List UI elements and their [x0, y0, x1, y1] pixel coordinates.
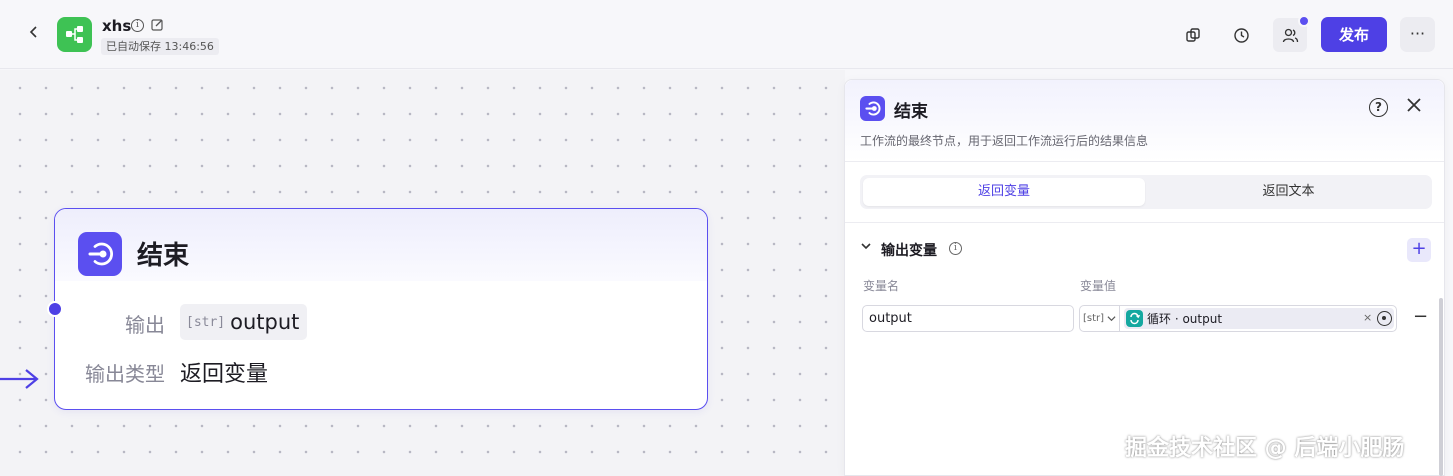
variable-type-select[interactable]: [str]: [1080, 306, 1120, 331]
node-settings-panel: 结束 ? 工作流的最终节点，用于返回工作流运行后的结果信息 返回变量 返回文本 …: [844, 79, 1445, 476]
end-node-icon: [78, 232, 122, 276]
copy-icon: [1186, 28, 1200, 42]
panel-header: [845, 80, 1444, 162]
node-output-type-value: 返回变量: [180, 362, 269, 387]
panel-end-icon: [860, 96, 885, 121]
divider: [845, 222, 1444, 223]
node-output-name: output: [230, 310, 300, 334]
add-variable-button[interactable]: +: [1407, 238, 1431, 262]
publish-button[interactable]: 发布: [1321, 17, 1387, 52]
autosave-status: 已自动保存 13:46:56: [101, 38, 219, 55]
panel-description: 工作流的最终节点，用于返回工作流运行后的结果信息: [860, 134, 1149, 148]
reference-text: 循环 · output: [1147, 312, 1223, 326]
watermark: 掘金技术社区 @ 后端小肥肠: [1125, 436, 1405, 461]
chevron-down-icon: [861, 243, 871, 250]
end-node-title: 结束: [137, 241, 190, 271]
info-icon[interactable]: i: [131, 19, 144, 32]
workflow-icon: [66, 26, 83, 43]
workflow-canvas[interactable]: 结束 输出 [str] output 输出类型 返回变量: [0, 70, 845, 476]
loop-icon: [1126, 310, 1143, 327]
close-icon: [1407, 98, 1421, 112]
incoming-edge-arrow: [0, 369, 39, 389]
remove-variable-button[interactable]: −: [1413, 308, 1428, 326]
end-icon: [88, 242, 114, 266]
tab-return-text[interactable]: 返回文本: [1148, 178, 1429, 206]
collapse-section-button[interactable]: [860, 240, 872, 255]
chevron-left-icon: [29, 26, 37, 38]
output-variables-title: 输出变量: [881, 243, 937, 259]
string-type-tag: [str]: [186, 314, 226, 330]
app-logo: [57, 17, 92, 52]
variable-name-input[interactable]: output: [862, 305, 1074, 332]
info-icon[interactable]: i: [949, 242, 962, 255]
chevron-down-icon: [1107, 316, 1116, 322]
string-type-tag: [str]: [1082, 313, 1105, 324]
history-button[interactable]: [1224, 18, 1258, 52]
app-name: xhs: [102, 17, 132, 35]
more-options-button[interactable]: ···: [1400, 17, 1435, 52]
tab-return-variable[interactable]: 返回变量: [863, 178, 1145, 206]
column-variable-name: 变量名: [863, 279, 900, 293]
edit-icon[interactable]: [151, 18, 164, 35]
node-output-chip: [str] output: [180, 304, 308, 340]
end-icon: [865, 101, 881, 116]
variable-reference-chip[interactable]: 循环 · output ×: [1124, 308, 1394, 329]
input-port[interactable]: [47, 301, 63, 317]
panel-scrollbar[interactable]: [1439, 298, 1443, 476]
copy-button[interactable]: [1176, 18, 1210, 52]
top-toolbar: xhs i 已自动保存 13:46:56 发布 ···: [0, 0, 1453, 69]
premium-badge-icon: [1298, 15, 1310, 27]
node-output-label: 输出: [125, 313, 165, 337]
column-variable-value: 变量值: [1080, 279, 1117, 293]
variable-value-field: [str] 循环 · output ×: [1079, 305, 1397, 332]
close-panel-button[interactable]: [1406, 94, 1422, 120]
collaborators-button[interactable]: [1273, 15, 1310, 52]
clear-reference-button[interactable]: ×: [1363, 311, 1372, 324]
select-reference-icon[interactable]: [1377, 311, 1392, 326]
users-icon: [1282, 28, 1298, 42]
panel-title: 结束: [894, 102, 928, 122]
back-button[interactable]: [24, 24, 44, 44]
end-node[interactable]: 结束 输出 [str] output 输出类型 返回变量: [54, 208, 708, 410]
history-icon: [1233, 27, 1249, 43]
return-mode-tabs: 返回变量 返回文本: [860, 175, 1432, 209]
node-output-type-label: 输出类型: [85, 362, 165, 386]
help-icon[interactable]: ?: [1369, 98, 1388, 117]
